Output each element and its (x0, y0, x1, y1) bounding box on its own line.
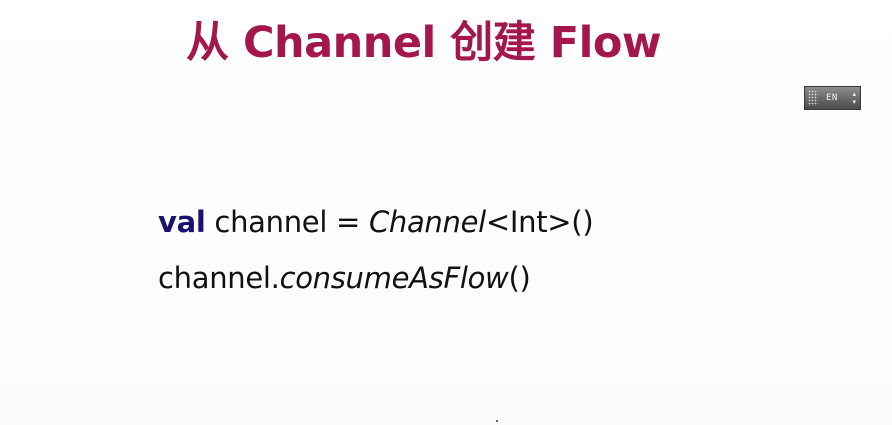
code-token: channel = (205, 205, 369, 239)
code-block: val channel = Channel<Int>() channel.con… (158, 200, 594, 312)
code-token-consume-as-flow: consumeAsFlow (279, 261, 509, 295)
code-token: () (508, 261, 531, 295)
code-token: channel. (158, 261, 280, 295)
ime-arrows[interactable]: ▴ ▾ (852, 90, 856, 106)
mouse-cursor-mark (496, 420, 498, 422)
grip-dots-icon[interactable] (808, 90, 818, 106)
slide-title: 从 Channel 创建 Flow (186, 18, 662, 68)
code-token: <Int>() (485, 205, 594, 239)
code-token-channel-class: Channel (368, 205, 486, 239)
ime-language-label[interactable]: EN (826, 93, 838, 103)
caret-down-icon[interactable]: ▾ (852, 98, 856, 106)
ime-language-bar[interactable]: EN ▴ ▾ (804, 86, 861, 110)
caret-up-icon[interactable]: ▴ (852, 90, 856, 98)
code-line-2: channel.consumeAsFlow() (158, 256, 593, 301)
code-line-1: val channel = Channel<Int>() (158, 200, 594, 245)
code-keyword-val: val (158, 205, 206, 239)
slide-canvas: 从 Channel 创建 Flow val channel = Channel<… (0, 0, 892, 425)
